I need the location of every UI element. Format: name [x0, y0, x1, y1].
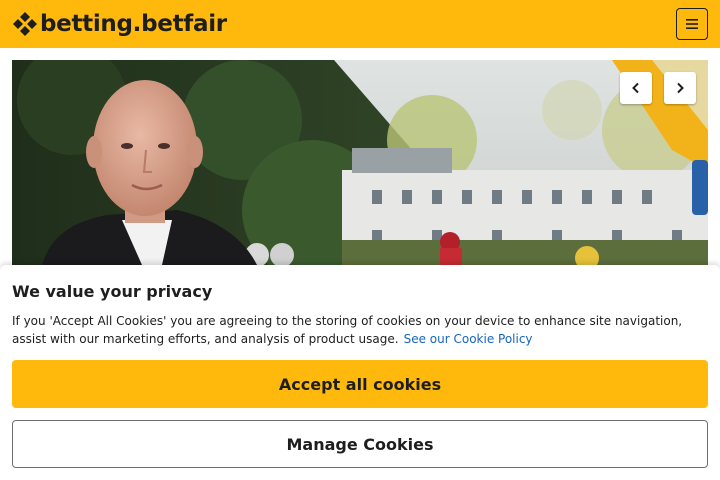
cookie-banner-body: If you 'Accept All Cookies' you are agre… — [12, 314, 683, 346]
betfair-logo[interactable]: betting.betfair — [12, 9, 227, 39]
carousel-prev-button[interactable] — [620, 72, 652, 104]
hero-image — [12, 60, 708, 265]
manage-cookies-button[interactable]: Manage Cookies — [12, 420, 708, 468]
cookie-policy-link[interactable]: See our Cookie Policy — [404, 332, 533, 346]
hero-carousel[interactable] — [12, 60, 708, 265]
logo-text: betting.betfair — [40, 11, 227, 37]
accept-all-cookies-button[interactable]: Accept all cookies — [12, 360, 708, 408]
carousel-next-button[interactable] — [664, 72, 696, 104]
chevron-left-icon — [632, 82, 639, 94]
betfair-diamond-icon — [13, 12, 37, 36]
chevron-right-icon — [677, 82, 684, 94]
cookie-consent-banner: We value your privacy If you 'Accept All… — [0, 265, 720, 480]
cookie-banner-title: We value your privacy — [12, 282, 213, 301]
hamburger-menu-icon — [686, 19, 698, 29]
menu-button[interactable] — [676, 8, 708, 40]
cookie-banner-text: If you 'Accept All Cookies' you are agre… — [12, 312, 702, 348]
site-header: betting.betfair — [0, 0, 720, 48]
